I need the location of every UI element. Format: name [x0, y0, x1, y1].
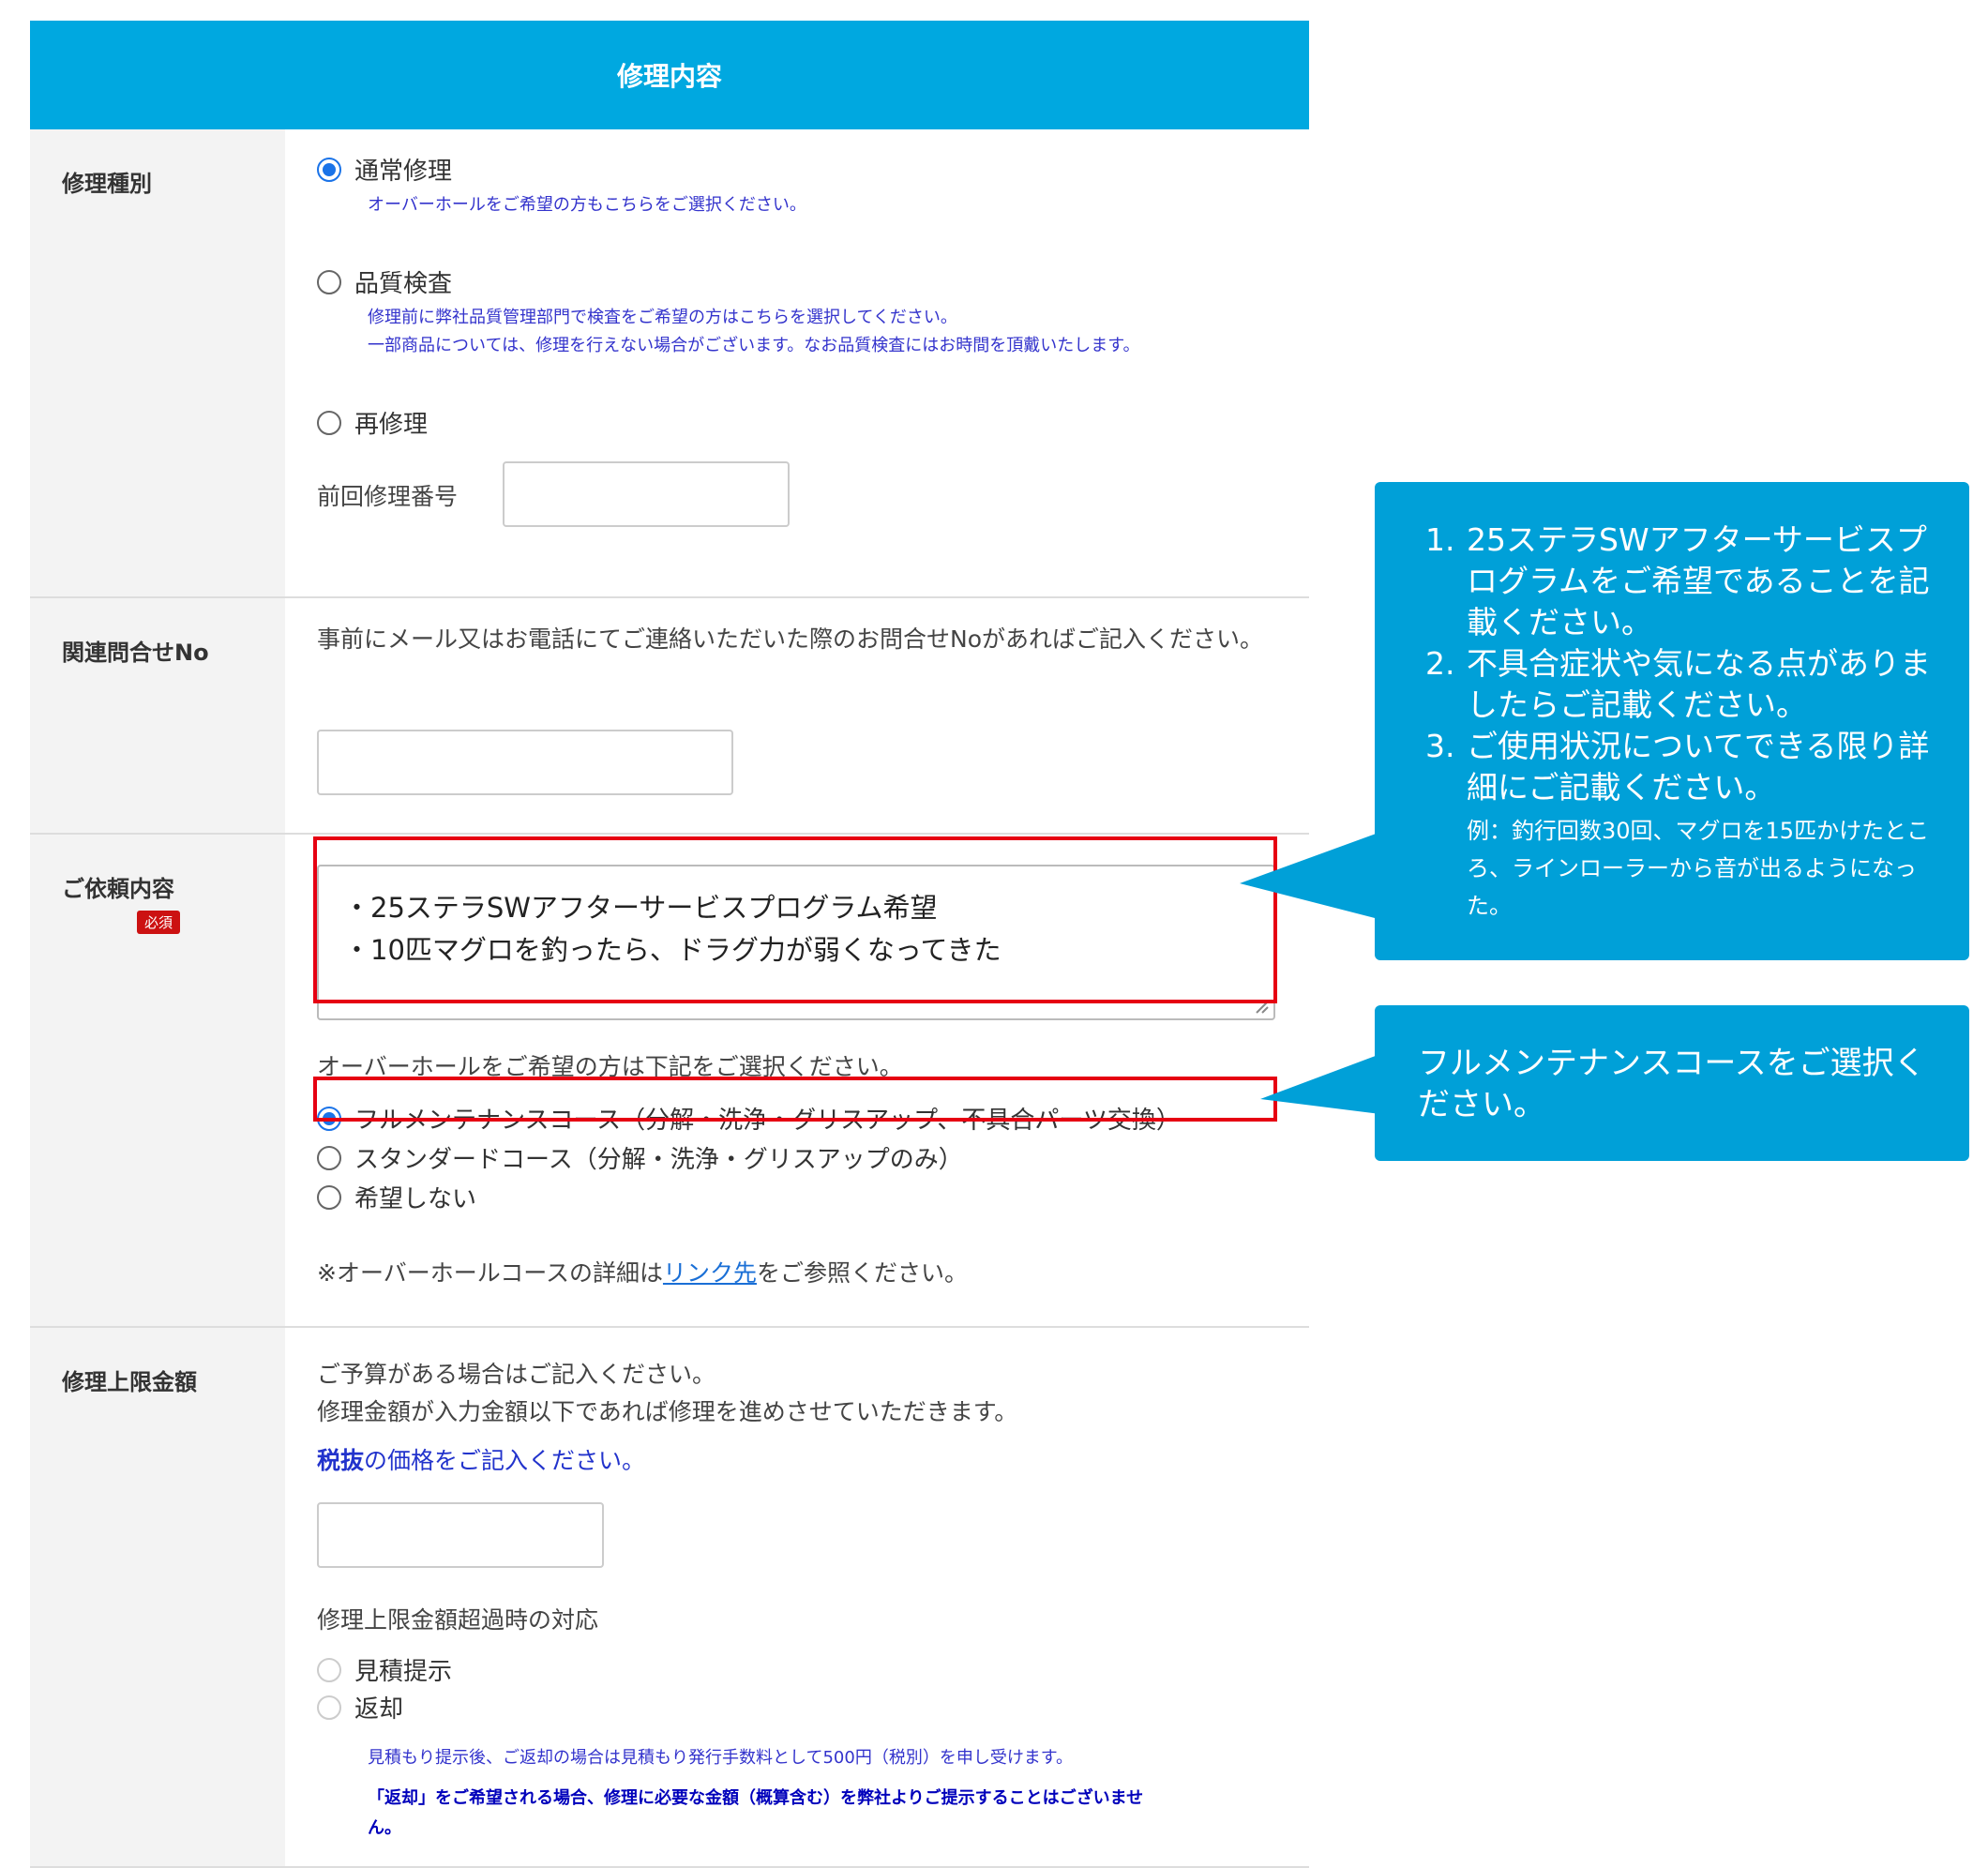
radio-no-overhaul-button[interactable] [317, 1184, 341, 1210]
main-callout: 1. 25ステラSWアフターサービスプログラムをご希望であることを記載ください。… [1375, 482, 1969, 960]
exceed-label: 修理上限金額超過時の対応 [317, 1606, 599, 1634]
callout-item-3-text: ご使用状況についてできる限り詳細にご記載ください。 [1467, 728, 1930, 806]
limit-desc-line1: ご予算がある場合はご記入ください。 [317, 1361, 716, 1388]
row-inquiry: 関連問合せNo 事前にメール又はお電話にてご連絡いただいた際のお問合せNoがあれ… [30, 598, 1309, 835]
inquiry-description: 事前にメール又はお電話にてご連絡いただいた際のお問合せNoがあればご記入ください… [317, 625, 1264, 653]
limit-content: ご予算がある場合はご記入ください。 修理金額が入力金額以下であれば修理を進めさせ… [285, 1328, 1309, 1866]
limit-note2-line1: 「返却」をご希望される場合、修理に必要な金額（概算含む）を弊社よりご提示すること… [368, 1788, 1144, 1808]
radio-return[interactable]: 返却 [317, 1690, 403, 1725]
previous-number-input[interactable] [503, 461, 790, 527]
radio-quality-check[interactable]: 品質検査 [317, 264, 452, 299]
callout-example: 例：釣行回数30回、マグロを15匹かけたところ、ラインローラーから音が出るように… [1467, 818, 1930, 919]
radio-return-button[interactable] [317, 1695, 341, 1720]
overhaul-detail-link[interactable]: リンク先 [663, 1259, 757, 1287]
course-callout: フルメンテナンスコースをご選択ください。 [1375, 1005, 1969, 1161]
inquiry-input[interactable] [317, 730, 733, 795]
course-highlight-frame [313, 1077, 1277, 1122]
limit-input[interactable] [317, 1502, 604, 1568]
main-callout-tail [1240, 833, 1378, 919]
radio-estimate-label: 見積提示 [354, 1658, 453, 1686]
callout-item-1: 1. 25ステラSWアフターサービスプログラムをご希望であることを記載ください。 [1425, 520, 1932, 643]
inquiry-label: 関連問合せNo [30, 598, 285, 833]
callout-item-1-num: 1. [1425, 521, 1455, 558]
request-label: ご依頼内容 [62, 876, 174, 902]
repair-type-label: 修理種別 [30, 129, 285, 596]
form-title: 修理内容 [616, 61, 722, 92]
course-callout-tail [1260, 1054, 1380, 1114]
radio-estimate[interactable]: 見積提示 [317, 1652, 452, 1687]
inquiry-content: 事前にメール又はお電話にてご連絡いただいた際のお問合せNoがあればご記入ください… [285, 598, 1309, 833]
radio-estimate-button[interactable] [317, 1657, 341, 1682]
normal-repair-note: オーバーホールをご希望の方もこちらをご選択ください。 [368, 195, 806, 215]
previous-number-label: 前回修理番号 [317, 483, 459, 510]
radio-normal-repair[interactable]: 通常修理 [317, 152, 452, 187]
required-badge: 必須 [137, 911, 181, 934]
radio-no-overhaul[interactable]: 希望しない [317, 1180, 476, 1214]
radio-standard-course-label: スタンダードコース（分解・洗浄・グリスアップのみ） [354, 1146, 963, 1174]
radio-re-repair[interactable]: 再修理 [317, 405, 428, 440]
quality-check-note-line1: 修理前に弊社品質管理部門で検査をご希望の方はこちらを選択してください。 [368, 308, 957, 327]
radio-quality-check-label: 品質検査 [354, 270, 453, 298]
row-repair-type: 修理種別 通常修理 オーバーホールをご希望の方もこちらをご選択ください。 品質検… [30, 129, 1309, 598]
tax-note-rest: の価格をご記入ください。 [364, 1447, 646, 1474]
request-label-cell: ご依頼内容 必須 [30, 835, 285, 1326]
callout-item-2: 2. 不具合症状や気になる点がありましたらご記載ください。 [1425, 643, 1932, 726]
limit-label: 修理上限金額 [30, 1328, 285, 1866]
form-header: 修理内容 [30, 21, 1309, 129]
overhaul-detail-suffix: をご参照ください。 [756, 1259, 968, 1287]
limit-desc-line2: 修理金額が入力金額以下であれば修理を進めさせていただきます。 [317, 1398, 1018, 1425]
callout-item-3-num: 3. [1425, 728, 1455, 764]
callout-item-2-text: 不具合症状や気になる点がありましたらご記載ください。 [1467, 645, 1931, 723]
row-limit: 修理上限金額 ご予算がある場合はご記入ください。 修理金額が入力金額以下であれば… [30, 1328, 1309, 1868]
radio-normal-repair-label: 通常修理 [354, 158, 453, 186]
tax-note-bold: 税抜 [317, 1447, 365, 1474]
radio-re-repair-label: 再修理 [354, 411, 429, 439]
overhaul-detail: ※オーバーホールコースの詳細はリンク先をご参照ください。 [317, 1255, 968, 1292]
callout-item-2-num: 2. [1425, 645, 1455, 682]
overhaul-detail-prefix: ※オーバーホールコースの詳細は [317, 1259, 663, 1287]
limit-note2-line2: ん。 [368, 1818, 401, 1838]
course-callout-text: フルメンテナンスコースをご選択ください。 [1418, 1045, 1926, 1123]
radio-quality-check-button[interactable] [317, 269, 341, 294]
callout-item-1-text: 25ステラSWアフターサービスプログラムをご希望であることを記載ください。 [1467, 521, 1930, 640]
request-highlight-frame [313, 836, 1277, 1003]
callout-item-3: 3. ご使用状況についてできる限り詳細にご記載ください。 [1425, 726, 1932, 808]
quality-check-note-line2: 一部商品については、修理を行えない場合がございます。なお品質検査にはお時間を頂戴… [368, 336, 1140, 355]
radio-no-overhaul-label: 希望しない [354, 1185, 477, 1213]
radio-normal-repair-button[interactable] [317, 157, 341, 182]
radio-standard-course[interactable]: スタンダードコース（分解・洗浄・グリスアップのみ） [317, 1140, 963, 1175]
limit-note1: 見積もり提示後、ご返却の場合は見積もり発行手数料として500円（税別）を申し受け… [368, 1748, 1074, 1768]
repair-type-content: 通常修理 オーバーホールをご希望の方もこちらをご選択ください。 品質検査 修理前… [285, 129, 1309, 596]
radio-return-label: 返却 [354, 1695, 404, 1724]
required-badge-wrap: 必須 [137, 907, 285, 934]
radio-re-repair-button[interactable] [317, 410, 341, 435]
radio-standard-course-button[interactable] [317, 1145, 341, 1170]
tax-note: 税抜の価格をご記入ください。 [317, 1442, 645, 1480]
main-callout-list: 1. 25ステラSWアフターサービスプログラムをご希望であることを記載ください。… [1425, 520, 1932, 925]
